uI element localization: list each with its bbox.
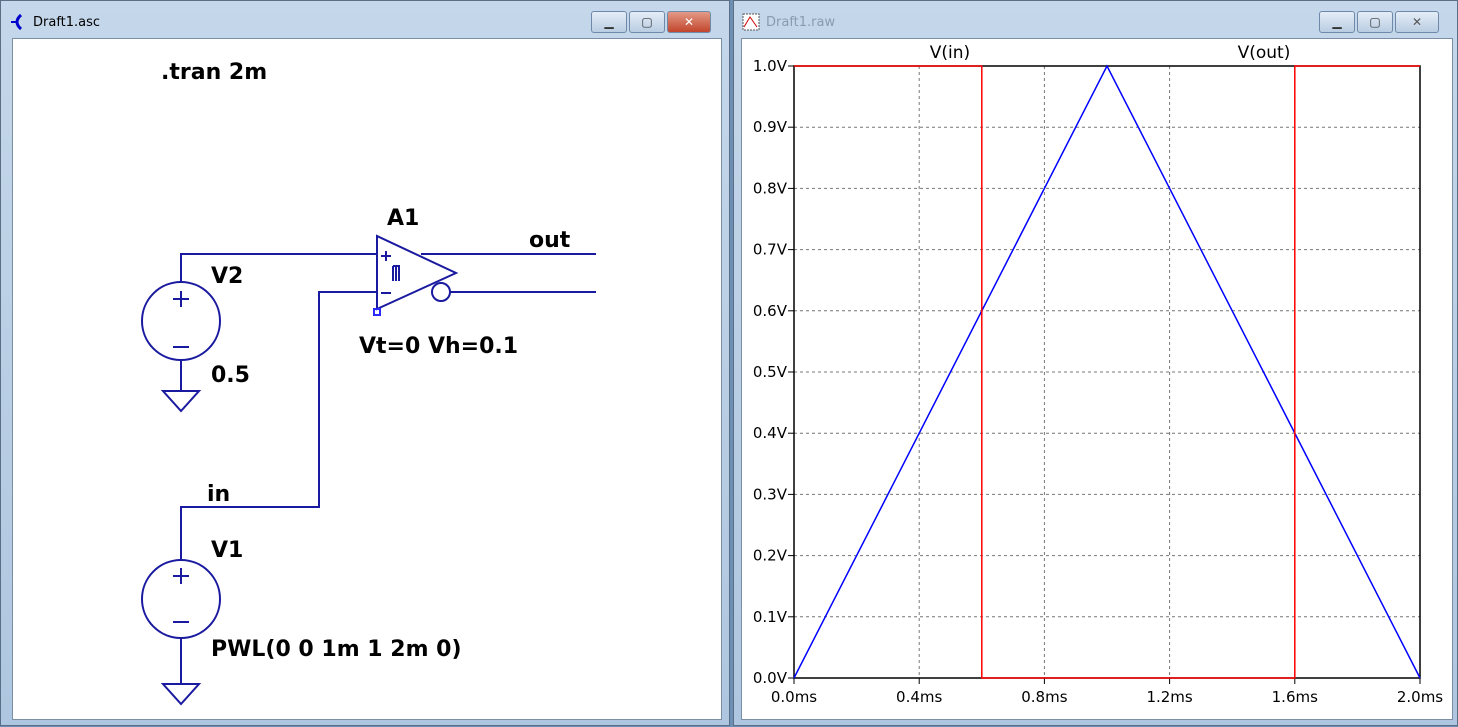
y-tick-label: 1.0V [753, 57, 788, 75]
y-tick-label: 0.7V [753, 241, 788, 259]
x-tick-label: 1.2ms [1146, 688, 1192, 706]
legend-v-in[interactable]: V(in) [930, 43, 970, 63]
y-tick-label: 0.5V [753, 363, 788, 381]
x-tick-label: 0.4ms [896, 688, 942, 706]
y-tick-label: 0.0V [753, 669, 788, 687]
legend-v-out[interactable]: V(out) [1238, 43, 1291, 63]
y-tick-label: 0.9V [753, 118, 788, 136]
y-tick-label: 0.8V [753, 179, 788, 197]
x-tick-label: 1.6ms [1272, 688, 1318, 706]
x-tick-label: 2.0ms [1397, 688, 1443, 706]
y-tick-label: 0.1V [753, 608, 788, 626]
y-tick-label: 0.3V [753, 485, 788, 503]
x-tick-label: 0.8ms [1021, 688, 1067, 706]
waveform-plot: 0.0V 0.1V 0.2V 0.3V 0.4V 0.5V 0.6V 0.7V 0.8V 0.9V… [753, 43, 1443, 706]
y-tick-label: 0.6V [753, 302, 788, 320]
y-tick-label: 0.4V [753, 424, 788, 442]
y-tick-label: 0.2V [753, 547, 788, 565]
x-tick-label: 0.0ms [771, 688, 817, 706]
